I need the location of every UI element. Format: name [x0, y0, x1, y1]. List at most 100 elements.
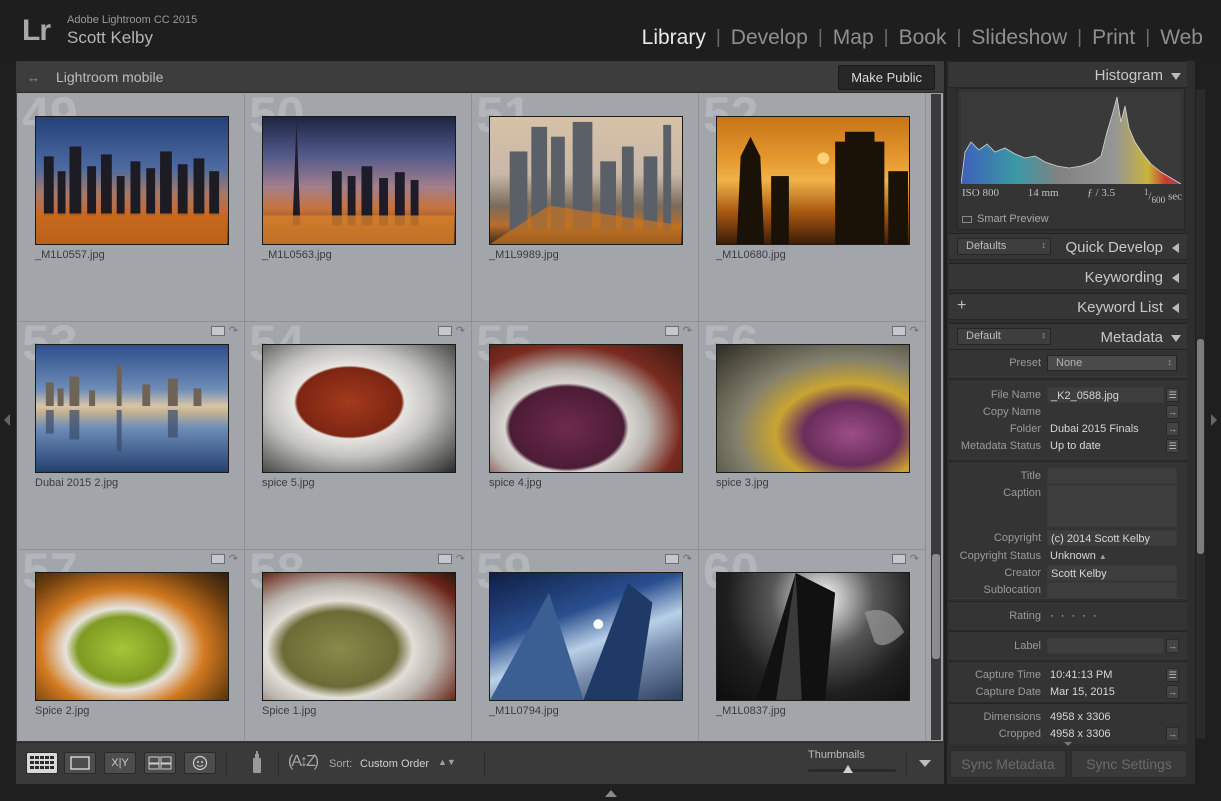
grid-cell[interactable]: 55 ↷ spice 4.jpg: [472, 315, 699, 550]
photo-thumbnail[interactable]: [262, 344, 456, 473]
photo-thumbnail[interactable]: [716, 344, 910, 473]
add-keyword-icon[interactable]: +: [957, 297, 966, 315]
color-label-field[interactable]: [1047, 638, 1164, 654]
rotate-icon[interactable]: ↷: [910, 326, 919, 337]
crop-badge-icon[interactable]: [891, 554, 906, 564]
grid-scrollbar[interactable]: [931, 94, 941, 740]
rename-icon[interactable]: ☰: [1166, 388, 1179, 402]
metadata-preset-dropdown[interactable]: None: [1047, 355, 1177, 371]
grid-cell[interactable]: 52_M1L0680.jpg: [699, 94, 926, 322]
rotate-icon[interactable]: ↷: [229, 554, 238, 565]
rotate-icon[interactable]: ↷: [456, 326, 465, 337]
sort-direction-icon[interactable]: (A↕Z): [288, 753, 319, 771]
grid-cell[interactable]: 57 ↷ Spice 2.jpg: [18, 543, 245, 740]
rotate-icon[interactable]: ↷: [683, 554, 692, 565]
photo-thumbnail[interactable]: [489, 116, 683, 245]
rating-stars[interactable]: · · · · ·: [1047, 608, 1164, 624]
compare-view-button[interactable]: X|Y: [104, 752, 136, 774]
copyright-field[interactable]: (c) 2014 Scott Kelby: [1047, 530, 1177, 546]
grid-cell[interactable]: 59 ↷ _M1L0794.jpg: [472, 543, 699, 740]
grid-cell[interactable]: 58 ↷ Spice 1.jpg: [245, 543, 472, 740]
sort-stepper-icon[interactable]: ▲▼: [438, 757, 456, 767]
photo-thumbnail[interactable]: [35, 116, 229, 245]
metadata-status-icon[interactable]: ☰: [1166, 439, 1179, 453]
expand-icon[interactable]: [1172, 243, 1179, 253]
module-library[interactable]: Library: [632, 26, 716, 50]
grid-cell[interactable]: 49_M1L0557.jpg: [18, 94, 245, 322]
title-field[interactable]: [1047, 468, 1177, 484]
crop-badge-icon[interactable]: [210, 326, 225, 336]
grid-cell[interactable]: 50_M1L0563.jpg: [245, 94, 472, 322]
grid-cell[interactable]: 60 ↷ _M1L0837.jpg: [699, 543, 926, 740]
smart-preview-status[interactable]: Smart Preview: [962, 213, 1049, 225]
left-panel-toggle-icon[interactable]: [4, 414, 10, 426]
grid-cell[interactable]: 51_M1L9989.jpg: [472, 94, 699, 322]
go-to-crop-icon[interactable]: →: [1166, 727, 1179, 741]
photo-thumbnail[interactable]: [35, 572, 229, 701]
people-view-button[interactable]: [184, 752, 216, 774]
grid-cell[interactable]: 54 ↷ spice 5.jpg: [245, 315, 472, 550]
collapse-icon[interactable]: [1171, 335, 1181, 342]
right-panel-scrollbar[interactable]: [1196, 89, 1205, 739]
rotate-icon[interactable]: ↷: [910, 554, 919, 565]
go-to-master-icon[interactable]: →: [1166, 405, 1179, 419]
module-print[interactable]: Print: [1082, 26, 1145, 50]
photo-thumbnail[interactable]: [716, 572, 910, 701]
histogram-header[interactable]: Histogram: [949, 61, 1187, 88]
keywording-header[interactable]: Keywording: [949, 263, 1187, 290]
expand-icon[interactable]: [1172, 273, 1179, 283]
caption-field[interactable]: [1047, 485, 1177, 527]
grid-scroll-thumb[interactable]: [932, 554, 940, 659]
crop-badge-icon[interactable]: [664, 554, 679, 564]
painter-spray-can-icon[interactable]: [250, 751, 264, 775]
photo-thumbnail[interactable]: [262, 116, 456, 245]
sync-metadata-button[interactable]: Sync Metadata: [950, 750, 1066, 778]
photo-thumbnail[interactable]: [35, 344, 229, 473]
filmstrip-toggle-icon[interactable]: [605, 790, 617, 797]
copyright-status-select[interactable]: Unknown ▲: [1047, 548, 1127, 564]
crop-badge-icon[interactable]: [210, 554, 225, 564]
photo-thumbnail[interactable]: [489, 572, 683, 701]
rotate-icon[interactable]: ↷: [229, 326, 238, 337]
toolbar-menu-icon[interactable]: [919, 760, 931, 767]
crop-badge-icon[interactable]: [891, 326, 906, 336]
rotate-icon[interactable]: ↷: [683, 326, 692, 337]
make-public-button[interactable]: Make Public: [838, 65, 935, 90]
sync-collection-icon[interactable]: ↔: [27, 70, 40, 85]
grid-cell[interactable]: 56 ↷ spice 3.jpg: [699, 315, 926, 550]
rotate-icon[interactable]: ↷: [456, 554, 465, 565]
crop-badge-icon[interactable]: [437, 554, 452, 564]
panel-resize-icon[interactable]: [1064, 742, 1072, 746]
grid-cell[interactable]: 53 ↷ Dubai 2015 2.jpg: [18, 315, 245, 550]
sublocation-field[interactable]: [1047, 582, 1177, 598]
edit-capture-time-icon[interactable]: ☰: [1166, 668, 1179, 682]
quick-develop-header[interactable]: Defaults Quick Develop: [949, 233, 1187, 260]
survey-view-button[interactable]: [144, 752, 176, 774]
histogram-graph[interactable]: [961, 92, 1181, 184]
module-develop[interactable]: Develop: [721, 26, 818, 50]
sort-order-select[interactable]: Custom Order: [360, 758, 429, 770]
metadata-header[interactable]: Default Metadata: [949, 323, 1187, 350]
sync-settings-button[interactable]: Sync Settings: [1071, 750, 1187, 778]
grid-view-button[interactable]: [26, 752, 58, 774]
thumbnail-size-knob[interactable]: [842, 765, 853, 773]
crop-badge-icon[interactable]: [437, 326, 452, 336]
go-to-folder-icon[interactable]: →: [1166, 422, 1179, 436]
label-arrow-icon[interactable]: →: [1166, 639, 1179, 653]
module-book[interactable]: Book: [889, 26, 957, 50]
quick-develop-preset-select[interactable]: Defaults: [957, 238, 1051, 255]
expand-icon[interactable]: [1172, 303, 1179, 313]
right-panel-scroll-thumb[interactable]: [1197, 339, 1204, 554]
photo-thumbnail[interactable]: [489, 344, 683, 473]
module-slideshow[interactable]: Slideshow: [961, 26, 1077, 50]
creator-field[interactable]: Scott Kelby: [1047, 565, 1177, 581]
keyword-list-header[interactable]: + Keyword List: [949, 293, 1187, 320]
metadata-preset-select[interactable]: Default: [957, 328, 1051, 345]
loupe-view-button[interactable]: [64, 752, 96, 774]
file-name-field[interactable]: _K2_0588.jpg: [1047, 387, 1164, 403]
crop-badge-icon[interactable]: [664, 326, 679, 336]
photo-thumbnail[interactable]: [716, 116, 910, 245]
module-map[interactable]: Map: [823, 26, 884, 50]
collapse-icon[interactable]: [1171, 73, 1181, 80]
capture-date-filter-icon[interactable]: →: [1166, 685, 1179, 699]
